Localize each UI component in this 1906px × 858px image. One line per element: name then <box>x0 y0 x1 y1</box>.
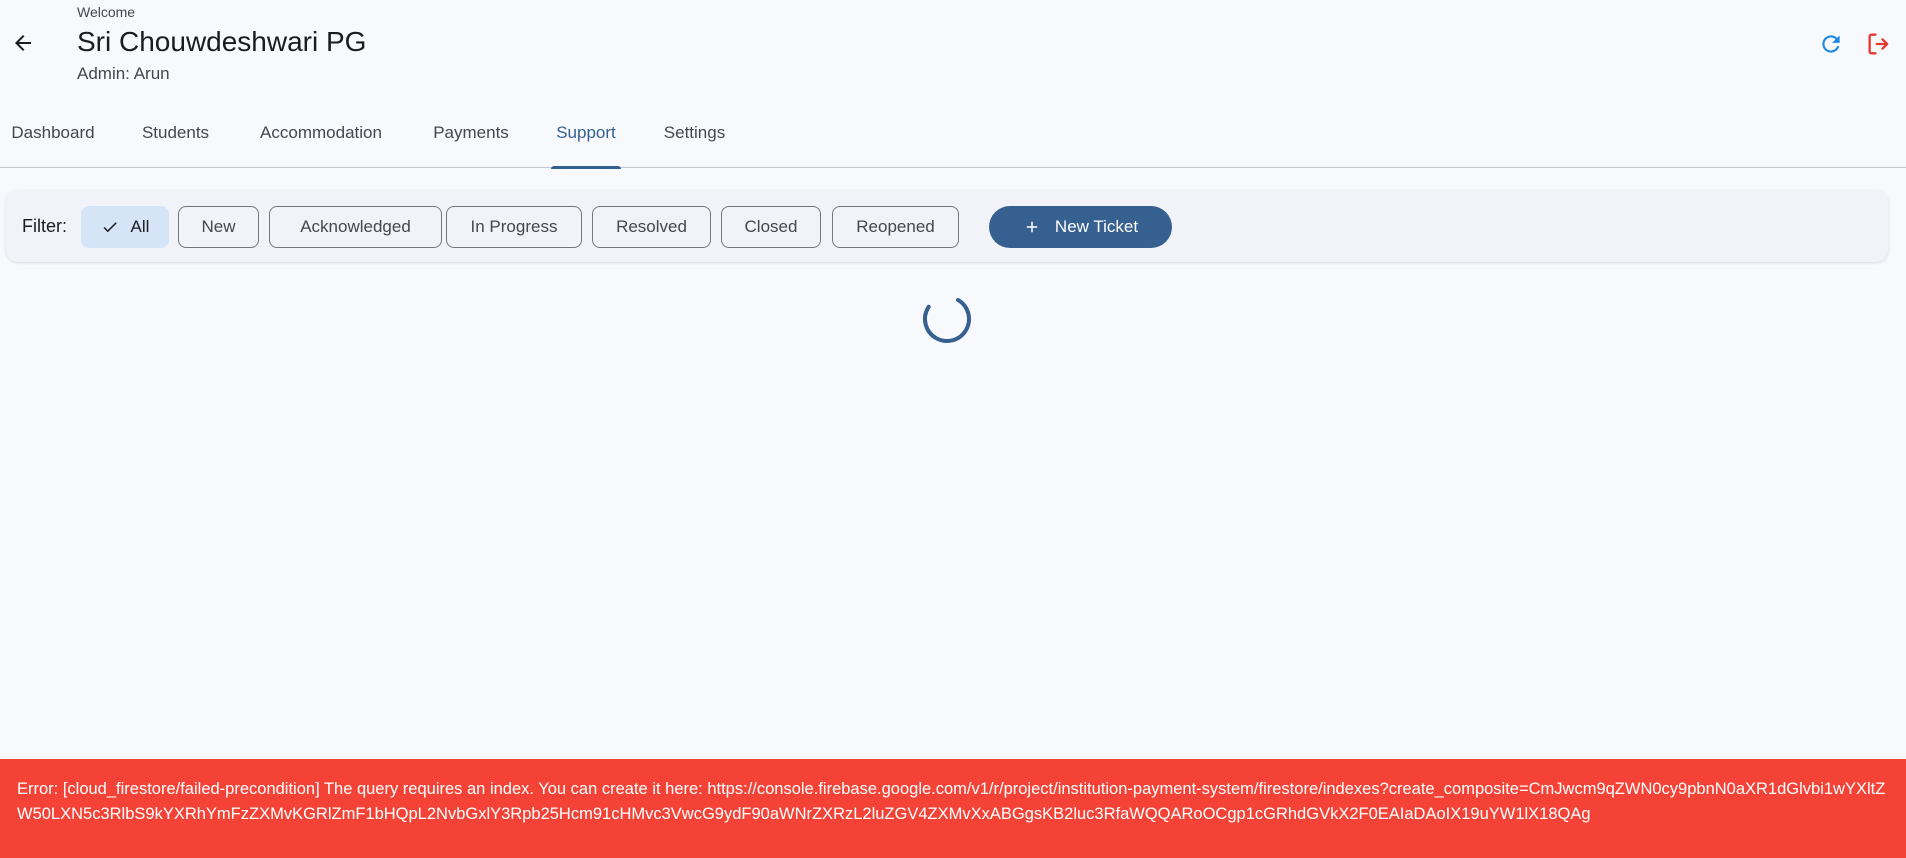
refresh-icon <box>1822 35 1840 53</box>
tab-support[interactable]: Support <box>551 98 621 169</box>
arrow-back-icon <box>15 35 31 51</box>
new-ticket-button[interactable]: New Ticket <box>989 206 1172 248</box>
admin-name: Admin: Arun <box>77 64 170 83</box>
welcome-text: Welcome <box>77 4 136 20</box>
app-header: Welcome Sri Chouwdeshwari PG Admin: Arun <box>0 0 1906 98</box>
app-root: Welcome Sri Chouwdeshwari PG Admin: Arun… <box>0 0 1906 858</box>
filter-chip-acknowledged[interactable]: Acknowledged <box>269 206 442 248</box>
tab-bar: Dashboard Students Accommodation Payment… <box>0 98 1906 169</box>
filter-chip-reopened[interactable]: Reopened <box>832 206 959 248</box>
filter-chip-closed[interactable]: Closed <box>721 206 821 248</box>
filter-bar: Filter: All New Acknowledged In Progress… <box>6 190 1888 262</box>
check-icon <box>101 218 119 236</box>
filter-chip-in-progress[interactable]: In Progress <box>446 206 582 248</box>
page-title: Sri Chouwdeshwari PG <box>77 26 367 57</box>
filter-chip-all[interactable]: All <box>81 206 169 248</box>
logout-button[interactable] <box>1863 28 1895 60</box>
filter-label: Filter: <box>22 215 67 236</box>
filter-chip-new[interactable]: New <box>178 206 259 248</box>
new-ticket-label: New Ticket <box>1054 217 1139 236</box>
refresh-button[interactable] <box>1815 28 1847 60</box>
error-banner: Error: [cloud_firestore/failed-precondit… <box>0 759 1906 858</box>
tab-accommodation[interactable]: Accommodation <box>252 98 390 168</box>
tab-payments[interactable]: Payments <box>429 98 513 168</box>
tab-dashboard[interactable]: Dashboard <box>6 98 100 168</box>
back-button[interactable] <box>6 26 40 60</box>
filter-chip-label: All <box>130 217 150 236</box>
filter-chip-resolved[interactable]: Resolved <box>592 206 711 248</box>
logout-icon <box>1868 33 1889 55</box>
tab-settings[interactable]: Settings <box>659 98 730 168</box>
plus-icon <box>1023 218 1041 236</box>
loading-spinner-icon <box>923 295 971 343</box>
tab-students[interactable]: Students <box>137 98 214 168</box>
